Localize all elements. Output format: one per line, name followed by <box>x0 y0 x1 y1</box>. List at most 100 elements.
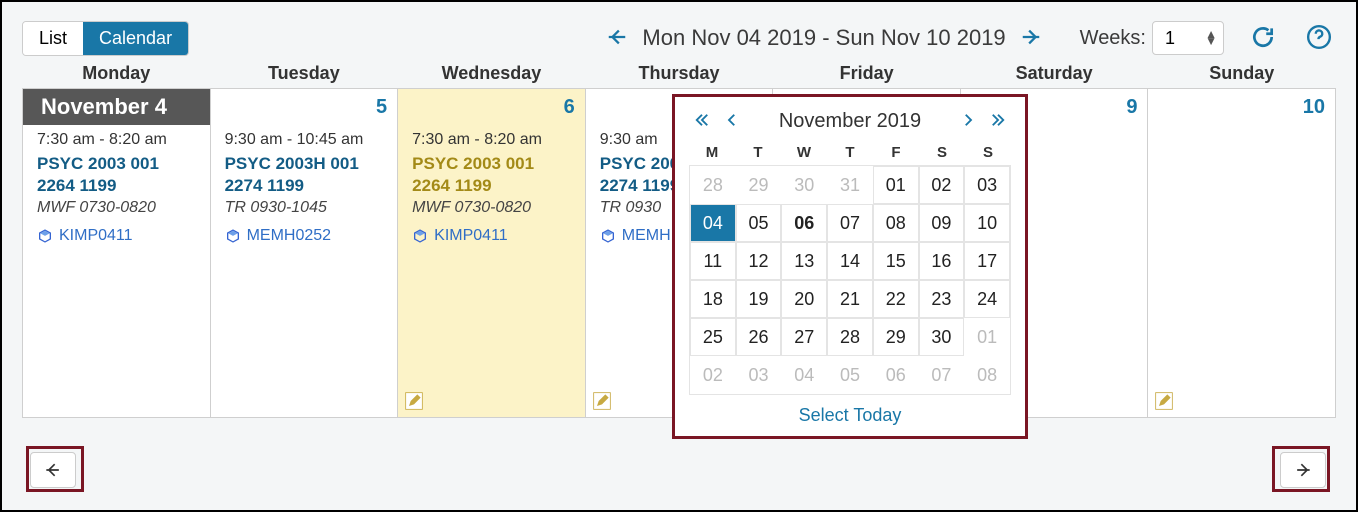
day-header: Thursday <box>586 57 773 81</box>
mini-cal-day[interactable]: 18 <box>690 280 736 318</box>
edit-icon[interactable] <box>592 391 612 411</box>
mini-cal-day[interactable]: 19 <box>736 280 782 318</box>
prev-page-button[interactable] <box>30 452 76 488</box>
mini-cal-day[interactable]: 06 <box>781 204 827 242</box>
mini-cal-day[interactable]: 07 <box>919 356 965 394</box>
chevron-right-icon <box>959 111 977 129</box>
refresh-button[interactable] <box>1246 24 1280 53</box>
mini-cal-day[interactable]: 05 <box>736 204 782 242</box>
arrow-left-icon <box>43 460 63 480</box>
event-schedule: MWF 0730-0820 <box>412 199 575 217</box>
mini-cal-day[interactable]: 16 <box>919 242 965 280</box>
weeks-group: Weeks: 1 ▲ ▼ <box>1080 21 1224 55</box>
day-column[interactable]: Tuesday59:30 am - 10:45 amPSYC 2003H 001… <box>211 89 399 417</box>
mini-cal-day[interactable]: 04 <box>690 204 736 242</box>
mini-cal-day[interactable]: 03 <box>736 356 782 394</box>
mini-cal-day[interactable]: 14 <box>827 242 873 280</box>
mini-cal-day[interactable]: 01 <box>964 318 1010 356</box>
event-block[interactable]: 9:30 am - 10:45 am PSYC 2003H 001 2274 11… <box>211 125 398 245</box>
mini-cal-dow: S <box>919 144 965 161</box>
prev-year-button[interactable] <box>691 109 713 134</box>
day-header: Monday <box>23 57 210 81</box>
mini-cal-day[interactable]: 07 <box>827 204 873 242</box>
event-time: 7:30 am - 8:20 am <box>412 131 575 149</box>
edit-icon[interactable] <box>404 391 424 411</box>
mini-cal-day[interactable]: 23 <box>919 280 965 318</box>
mini-cal-day[interactable]: 11 <box>690 242 736 280</box>
event-time: 7:30 am - 8:20 am <box>37 131 200 149</box>
help-icon <box>1306 24 1332 50</box>
day-column[interactable]: Sunday10 <box>1148 89 1335 417</box>
mini-cal-day[interactable]: 28 <box>827 318 873 356</box>
mini-cal-day[interactable]: 30 <box>919 318 965 356</box>
next-page-button[interactable] <box>1280 452 1326 488</box>
mini-cal-day[interactable]: 22 <box>873 280 919 318</box>
mini-cal-day[interactable]: 13 <box>781 242 827 280</box>
next-year-button[interactable] <box>987 109 1009 134</box>
view-calendar-button[interactable]: Calendar <box>83 22 188 55</box>
mini-cal-day[interactable]: 27 <box>781 318 827 356</box>
help-button[interactable] <box>1302 24 1336 53</box>
mini-cal-day[interactable]: 02 <box>690 356 736 394</box>
edit-day-button[interactable] <box>404 391 424 411</box>
chevron-double-right-icon <box>989 111 1007 129</box>
day-number: 5 <box>211 89 398 125</box>
event-code[interactable]: PSYC 2003 001 2264 1199 <box>37 153 200 197</box>
event-block[interactable]: 7:30 am - 8:20 am PSYC 2003 001 2264 1199… <box>398 125 585 245</box>
mini-cal-dow: F <box>873 144 919 161</box>
arrow-right-icon <box>1020 26 1042 48</box>
mini-cal-day[interactable]: 31 <box>827 166 873 204</box>
mini-cal-day[interactable]: 24 <box>964 280 1010 318</box>
mini-cal-day[interactable]: 15 <box>873 242 919 280</box>
mini-cal-day[interactable]: 08 <box>964 356 1010 394</box>
event-block[interactable]: 7:30 am - 8:20 am PSYC 2003 001 2264 1199… <box>23 125 210 245</box>
mini-cal-day[interactable]: 09 <box>919 204 965 242</box>
mini-cal-day[interactable]: 04 <box>781 356 827 394</box>
mini-cal-day[interactable]: 26 <box>736 318 782 356</box>
day-column[interactable]: MondayNovember 47:30 am - 8:20 amPSYC 20… <box>23 89 211 417</box>
mini-cal-day[interactable]: 08 <box>873 204 919 242</box>
event-code[interactable]: PSYC 2003 001 2264 1199 <box>412 153 575 197</box>
mini-cal-day[interactable]: 01 <box>873 166 919 204</box>
mini-cal-day[interactable]: 29 <box>736 166 782 204</box>
mini-cal-day[interactable]: 21 <box>827 280 873 318</box>
edit-icon[interactable] <box>1154 391 1174 411</box>
mini-cal-day[interactable]: 17 <box>964 242 1010 280</box>
mini-cal-day[interactable]: 29 <box>873 318 919 356</box>
weeks-decrement[interactable]: ▼ <box>1205 38 1217 45</box>
cube-icon <box>600 228 616 244</box>
mini-cal-day[interactable]: 12 <box>736 242 782 280</box>
mini-cal-day[interactable]: 03 <box>964 166 1010 204</box>
mini-cal-day[interactable]: 06 <box>873 356 919 394</box>
event-schedule: TR 0930-1045 <box>225 199 388 217</box>
mini-cal-day[interactable]: 30 <box>781 166 827 204</box>
event-location[interactable]: KIMP0411 <box>412 227 575 245</box>
select-today-link[interactable]: Select Today <box>689 405 1011 426</box>
prev-week-button[interactable] <box>602 22 632 55</box>
mini-cal-day[interactable]: 25 <box>690 318 736 356</box>
event-location[interactable]: MEMH0252 <box>225 227 388 245</box>
cube-icon <box>37 228 53 244</box>
toolbar: List Calendar Mon Nov 04 2019 - Sun Nov … <box>22 14 1336 62</box>
mini-cal-day[interactable]: 10 <box>964 204 1010 242</box>
event-time: 9:30 am - 10:45 am <box>225 131 388 149</box>
day-column[interactable]: Wednesday67:30 am - 8:20 amPSYC 2003 001… <box>398 89 586 417</box>
next-month-button[interactable] <box>957 109 979 134</box>
event-code[interactable]: PSYC 2003H 001 2274 1199 <box>225 153 388 197</box>
mini-cal-day[interactable]: 02 <box>919 166 965 204</box>
mini-cal-day-grid: 2829303101020304050607080910111213141516… <box>689 165 1011 395</box>
edit-day-button[interactable] <box>1154 391 1174 411</box>
mini-cal-day[interactable]: 20 <box>781 280 827 318</box>
weeks-label: Weeks: <box>1080 27 1146 50</box>
edit-day-button[interactable] <box>592 391 612 411</box>
event-location[interactable]: KIMP0411 <box>37 227 200 245</box>
mini-cal-title: November 2019 <box>779 110 921 133</box>
next-week-button[interactable] <box>1016 22 1046 55</box>
mini-cal-day[interactable]: 05 <box>827 356 873 394</box>
view-list-button[interactable]: List <box>23 22 83 55</box>
prev-month-button[interactable] <box>721 109 743 134</box>
day-header: Tuesday <box>211 57 398 81</box>
weeks-stepper[interactable]: 1 ▲ ▼ <box>1152 21 1224 55</box>
mini-cal-day[interactable]: 28 <box>690 166 736 204</box>
date-range-text[interactable]: Mon Nov 04 2019 - Sun Nov 10 2019 <box>642 25 1005 51</box>
